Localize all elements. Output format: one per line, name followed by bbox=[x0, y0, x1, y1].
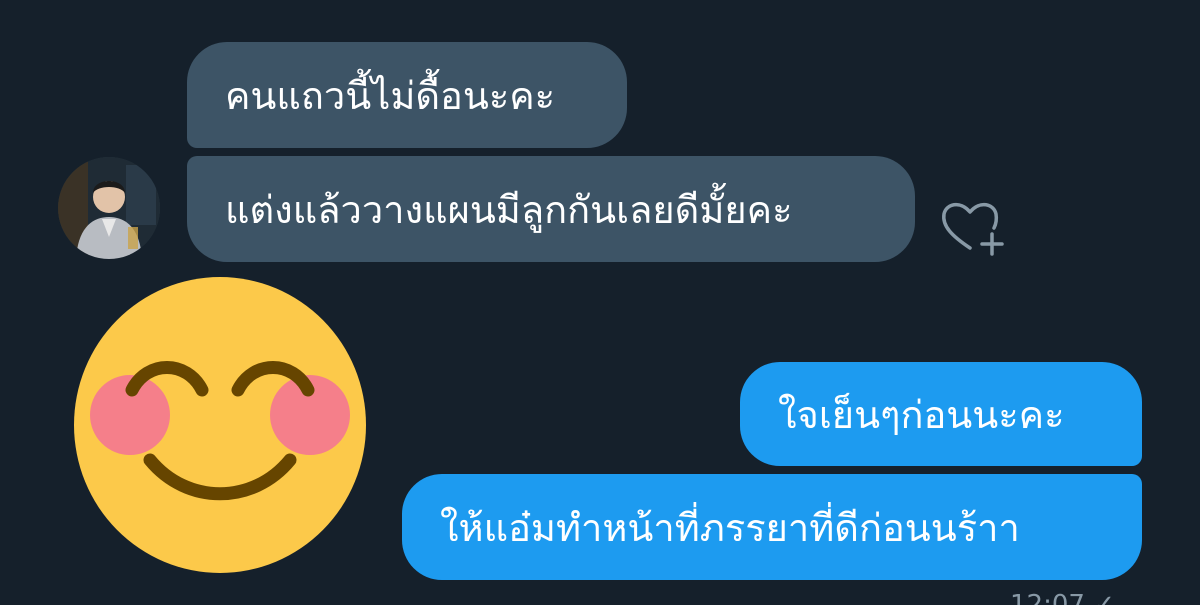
avatar-image bbox=[58, 157, 160, 259]
incoming-message-bubble[interactable]: คนแถวนี้ไม่ดื้อนะคะ bbox=[187, 42, 627, 148]
heart-plus-icon[interactable] bbox=[938, 196, 1010, 260]
message-text: แต่งแล้ววางแผนมีลูกกันเลยดีมั้ยคะ bbox=[225, 187, 793, 232]
outgoing-message-bubble[interactable]: ให้แอ๋มทำหน้าที่ภรรยาที่ดีก่อนนร้าา bbox=[402, 474, 1142, 580]
message-text: คนแถวนี้ไม่ดื้อนะคะ bbox=[225, 73, 556, 118]
message-text: ใจเย็นๆก่อนนะคะ bbox=[778, 392, 1065, 437]
incoming-message-bubble[interactable]: แต่งแล้ววางแผนมีลูกกันเลยดีมั้ยคะ bbox=[187, 156, 915, 262]
chat-conversation: คนแถวนี้ไม่ดื้อนะคะ แต่งแล้ววางแผนมีลูกก… bbox=[0, 0, 1200, 605]
avatar[interactable] bbox=[58, 157, 160, 259]
message-text: ให้แอ๋มทำหน้าที่ภรรยาที่ดีก่อนนร้าา bbox=[440, 505, 1020, 550]
message-timestamp: 12:07 ✓ bbox=[1010, 590, 1115, 605]
smiling-face-emoji bbox=[72, 275, 368, 575]
outgoing-message-bubble[interactable]: ใจเย็นๆก่อนนะคะ bbox=[740, 362, 1142, 466]
